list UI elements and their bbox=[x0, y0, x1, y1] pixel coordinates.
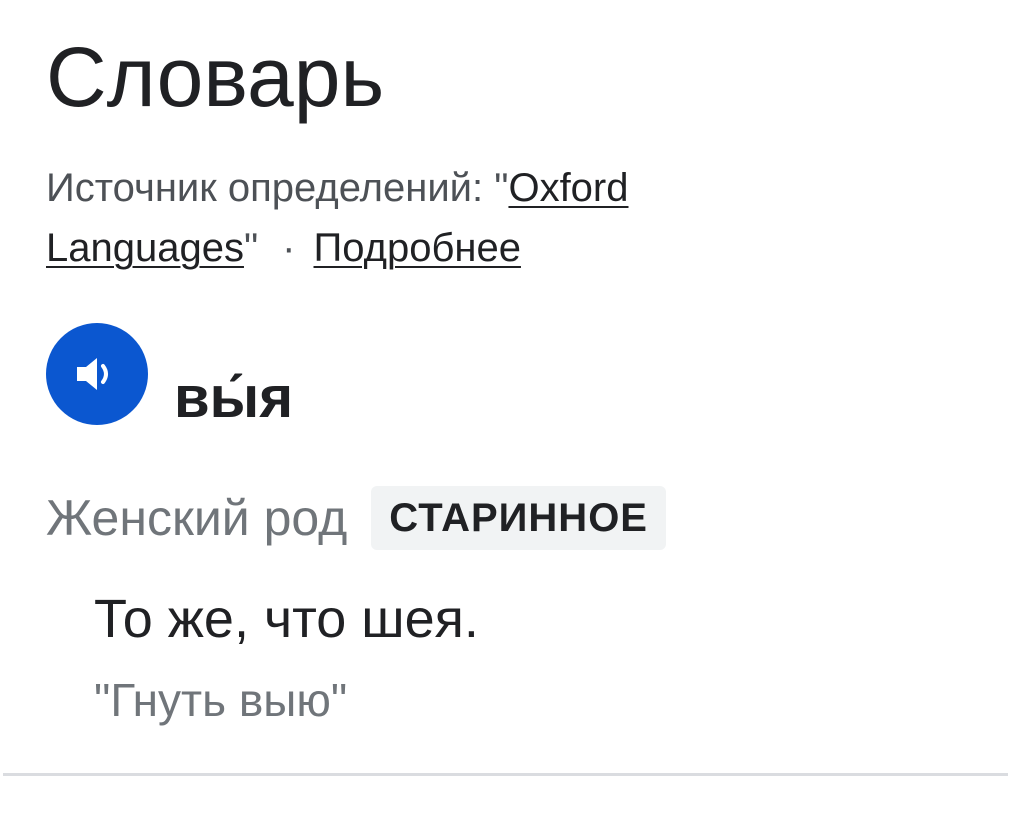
definition-source: Источник определений: "Oxford Languages"… bbox=[46, 158, 806, 278]
part-of-speech: Женский род bbox=[46, 490, 348, 546]
section-title: Словарь bbox=[46, 30, 385, 124]
definition-text: То же, что шея. bbox=[94, 589, 479, 649]
usage-example: "Гнуть выю" bbox=[94, 674, 348, 726]
source-suffix: " bbox=[243, 226, 259, 270]
source-separator: · bbox=[282, 226, 296, 270]
section-divider bbox=[3, 773, 1008, 776]
pronunciation-button[interactable] bbox=[46, 323, 148, 425]
more-details-link[interactable]: Подробнее bbox=[314, 226, 521, 270]
source-prefix: Источник определений: " bbox=[46, 166, 509, 210]
headword: вы́я bbox=[174, 365, 294, 430]
headword-row: вы́я bbox=[46, 323, 293, 428]
part-of-speech-row: Женский род СТАРИННОЕ bbox=[46, 486, 666, 550]
usage-badge: СТАРИННОЕ bbox=[371, 486, 666, 550]
speaker-icon bbox=[77, 358, 108, 390]
